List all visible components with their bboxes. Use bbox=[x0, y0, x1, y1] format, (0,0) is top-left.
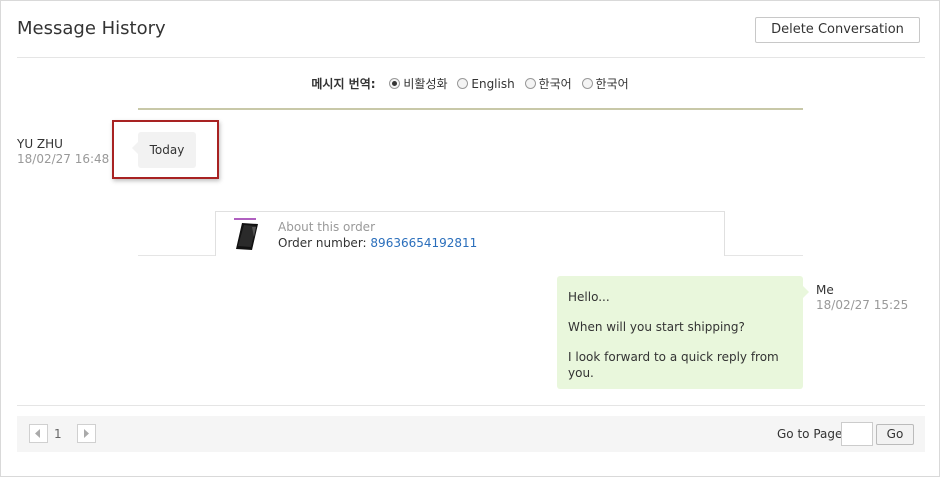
radio-korean-1-label[interactable]: 한국어 bbox=[539, 77, 572, 91]
prev-page-button[interactable] bbox=[29, 424, 48, 443]
me-time: 18/02/27 15:25 bbox=[816, 298, 909, 312]
order-about-label: About this order bbox=[278, 220, 376, 234]
radio-korean-2[interactable] bbox=[581, 78, 593, 89]
me-name: Me bbox=[816, 283, 834, 297]
radio-english-label[interactable]: English bbox=[471, 77, 514, 91]
order-card: About this order Order number: 896366541… bbox=[215, 211, 725, 256]
next-page-button[interactable] bbox=[77, 424, 96, 443]
delete-conversation-button[interactable]: Delete Conversation bbox=[755, 17, 920, 43]
goto-page-label: Go to Page bbox=[777, 427, 843, 441]
me-info: Me 18/02/27 15:25 bbox=[816, 283, 908, 312]
goto-page-input[interactable] bbox=[841, 422, 873, 446]
page-title: Message History bbox=[17, 18, 166, 39]
radio-english[interactable] bbox=[457, 78, 469, 89]
radio-korean-1[interactable] bbox=[524, 78, 536, 89]
incoming-message-bubble: Today bbox=[132, 132, 196, 168]
translation-options: 메시지 번역: 비활성화 English 한국어 한국어 bbox=[1, 75, 940, 92]
order-number-label: Order number: bbox=[278, 236, 367, 250]
sender-info: YU ZHU 18/02/27 16:48 bbox=[17, 137, 109, 166]
radio-korean-2-label[interactable]: 한국어 bbox=[596, 77, 629, 91]
order-number-link[interactable]: 89636654192811 bbox=[370, 236, 477, 250]
radio-disable-label[interactable]: 비활성화 bbox=[403, 77, 447, 91]
header-divider bbox=[17, 57, 925, 58]
message-line: When will you start shipping? bbox=[568, 320, 745, 334]
product-thumbnail[interactable] bbox=[230, 217, 268, 253]
message-history-panel: Message History Delete Conversation 메시지 … bbox=[0, 0, 940, 477]
pagination-bar: 1 Go to Page Go bbox=[17, 416, 925, 452]
sender-name: YU ZHU bbox=[17, 137, 63, 151]
translation-divider bbox=[138, 108, 803, 110]
order-number-line: Order number: 89636654192811 bbox=[278, 236, 477, 250]
chevron-right-icon bbox=[84, 429, 89, 438]
radio-disable[interactable] bbox=[389, 78, 401, 89]
translation-label: 메시지 번역: bbox=[311, 77, 376, 91]
footer-divider bbox=[17, 405, 925, 406]
sender-time: 18/02/27 16:48 bbox=[17, 152, 110, 166]
chevron-left-icon bbox=[35, 429, 40, 438]
outgoing-message-bubble: Hello... When will you start shipping? I… bbox=[557, 276, 809, 389]
message-line: Hello... bbox=[568, 290, 610, 304]
current-page-number[interactable]: 1 bbox=[54, 427, 62, 441]
message-line: I look forward to a quick reply from you… bbox=[568, 350, 779, 380]
go-button[interactable]: Go bbox=[876, 424, 914, 445]
